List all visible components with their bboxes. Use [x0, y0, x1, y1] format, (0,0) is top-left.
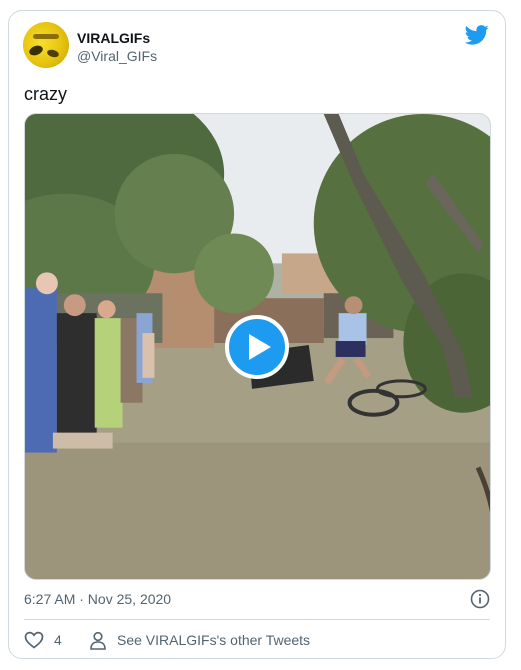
tweet-timestamp[interactable]: 6:27 AM · Nov 25, 2020: [24, 591, 171, 607]
heart-icon: [24, 631, 44, 649]
tweet-card: VIRALGIFs @Viral_GIFs crazy 6:27 AM · No…: [8, 10, 506, 659]
divider: [24, 619, 490, 620]
info-icon[interactable]: [470, 589, 490, 609]
play-icon: [249, 334, 271, 360]
author-display-name[interactable]: VIRALGIFs: [77, 30, 150, 46]
tweet-video[interactable]: [24, 113, 491, 580]
see-other-tweets-label: See VIRALGIFs's other Tweets: [117, 632, 311, 648]
avatar[interactable]: [23, 22, 69, 68]
person-icon: [90, 631, 106, 650]
twitter-bird-icon[interactable]: [465, 25, 489, 45]
see-other-tweets-link[interactable]: See VIRALGIFs's other Tweets: [89, 630, 310, 650]
author-handle[interactable]: @Viral_GIFs: [77, 48, 157, 64]
like-count: 4: [54, 632, 62, 648]
play-button[interactable]: [225, 315, 289, 379]
like-button[interactable]: 4: [24, 630, 62, 650]
tweet-text: crazy: [24, 84, 68, 104]
